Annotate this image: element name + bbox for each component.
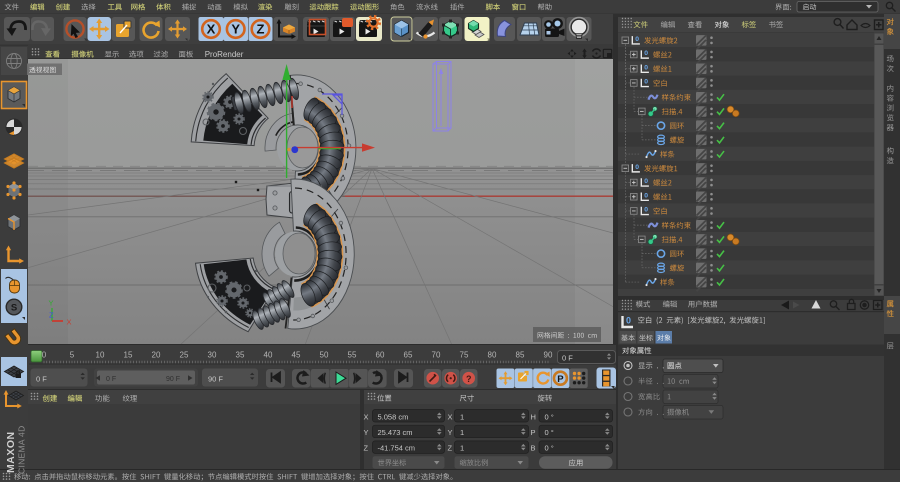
svg-text:Z: Z [364, 444, 369, 453]
svg-text:CINEMA 4D: CINEMA 4D [17, 425, 27, 474]
svg-text:90 F: 90 F [166, 376, 180, 383]
svg-text:ProRender: ProRender [205, 50, 244, 59]
svg-text:25: 25 [180, 350, 189, 359]
svg-text:X: X [207, 22, 216, 37]
svg-text:55: 55 [348, 350, 357, 359]
svg-text:0 F: 0 F [562, 353, 573, 362]
svg-text:-41.754 cm: -41.754 cm [378, 444, 416, 453]
svg-text:P: P [531, 428, 536, 437]
svg-text:5: 5 [70, 350, 75, 359]
svg-text:50: 50 [320, 350, 329, 359]
svg-text:65: 65 [404, 350, 413, 359]
svg-text:0: 0 [635, 36, 639, 43]
svg-text:P: P [557, 374, 564, 385]
svg-text:0: 0 [635, 164, 639, 171]
svg-text:80: 80 [488, 350, 497, 359]
svg-text:0 F: 0 F [36, 374, 47, 383]
svg-text:0: 0 [644, 79, 648, 86]
svg-text:Z: Z [257, 22, 265, 37]
svg-text:90: 90 [544, 350, 553, 359]
svg-text:Y: Y [448, 428, 453, 437]
svg-text:X: X [67, 318, 72, 327]
svg-text:0: 0 [644, 50, 648, 57]
svg-text:0 °: 0 ° [545, 412, 554, 421]
svg-text:0 °: 0 ° [545, 444, 554, 453]
svg-text:B: B [531, 444, 536, 453]
svg-text:0: 0 [644, 207, 648, 214]
svg-text:60: 60 [376, 350, 385, 359]
svg-text:0 °: 0 ° [545, 428, 554, 437]
svg-text:S: S [11, 303, 17, 314]
svg-text:Y: Y [49, 299, 54, 308]
svg-text:70: 70 [432, 350, 441, 359]
svg-text:90 F: 90 F [208, 374, 223, 383]
svg-text:10: 10 [96, 350, 105, 359]
svg-text:0: 0 [644, 192, 648, 199]
svg-text:H: H [531, 412, 536, 421]
svg-text:Y: Y [231, 22, 240, 37]
svg-text:1: 1 [460, 428, 464, 437]
svg-text:0: 0 [42, 350, 47, 359]
svg-text:25.473 cm: 25.473 cm [378, 428, 413, 437]
svg-text:1: 1 [460, 444, 464, 453]
svg-text:Y: Y [364, 428, 369, 437]
svg-text:20: 20 [152, 350, 161, 359]
svg-text:0: 0 [626, 316, 631, 326]
svg-text:30: 30 [208, 350, 217, 359]
svg-text:Z: Z [49, 311, 54, 320]
svg-text:MAXON: MAXON [5, 431, 17, 473]
svg-text:5.058 cm: 5.058 cm [378, 412, 409, 421]
svg-text:40: 40 [264, 350, 273, 359]
svg-text:15: 15 [124, 350, 133, 359]
svg-text:1: 1 [460, 412, 464, 421]
svg-text:35: 35 [236, 350, 245, 359]
svg-text:Z: Z [448, 444, 453, 453]
svg-text:X: X [448, 412, 453, 421]
svg-text:X: X [364, 412, 369, 421]
svg-text:0: 0 [644, 64, 648, 71]
svg-text:0: 0 [644, 178, 648, 185]
svg-text:0 F: 0 F [106, 376, 116, 383]
svg-text:?: ? [466, 374, 472, 384]
svg-text:45: 45 [292, 350, 301, 359]
svg-text:75: 75 [460, 350, 469, 359]
svg-text:85: 85 [516, 350, 525, 359]
